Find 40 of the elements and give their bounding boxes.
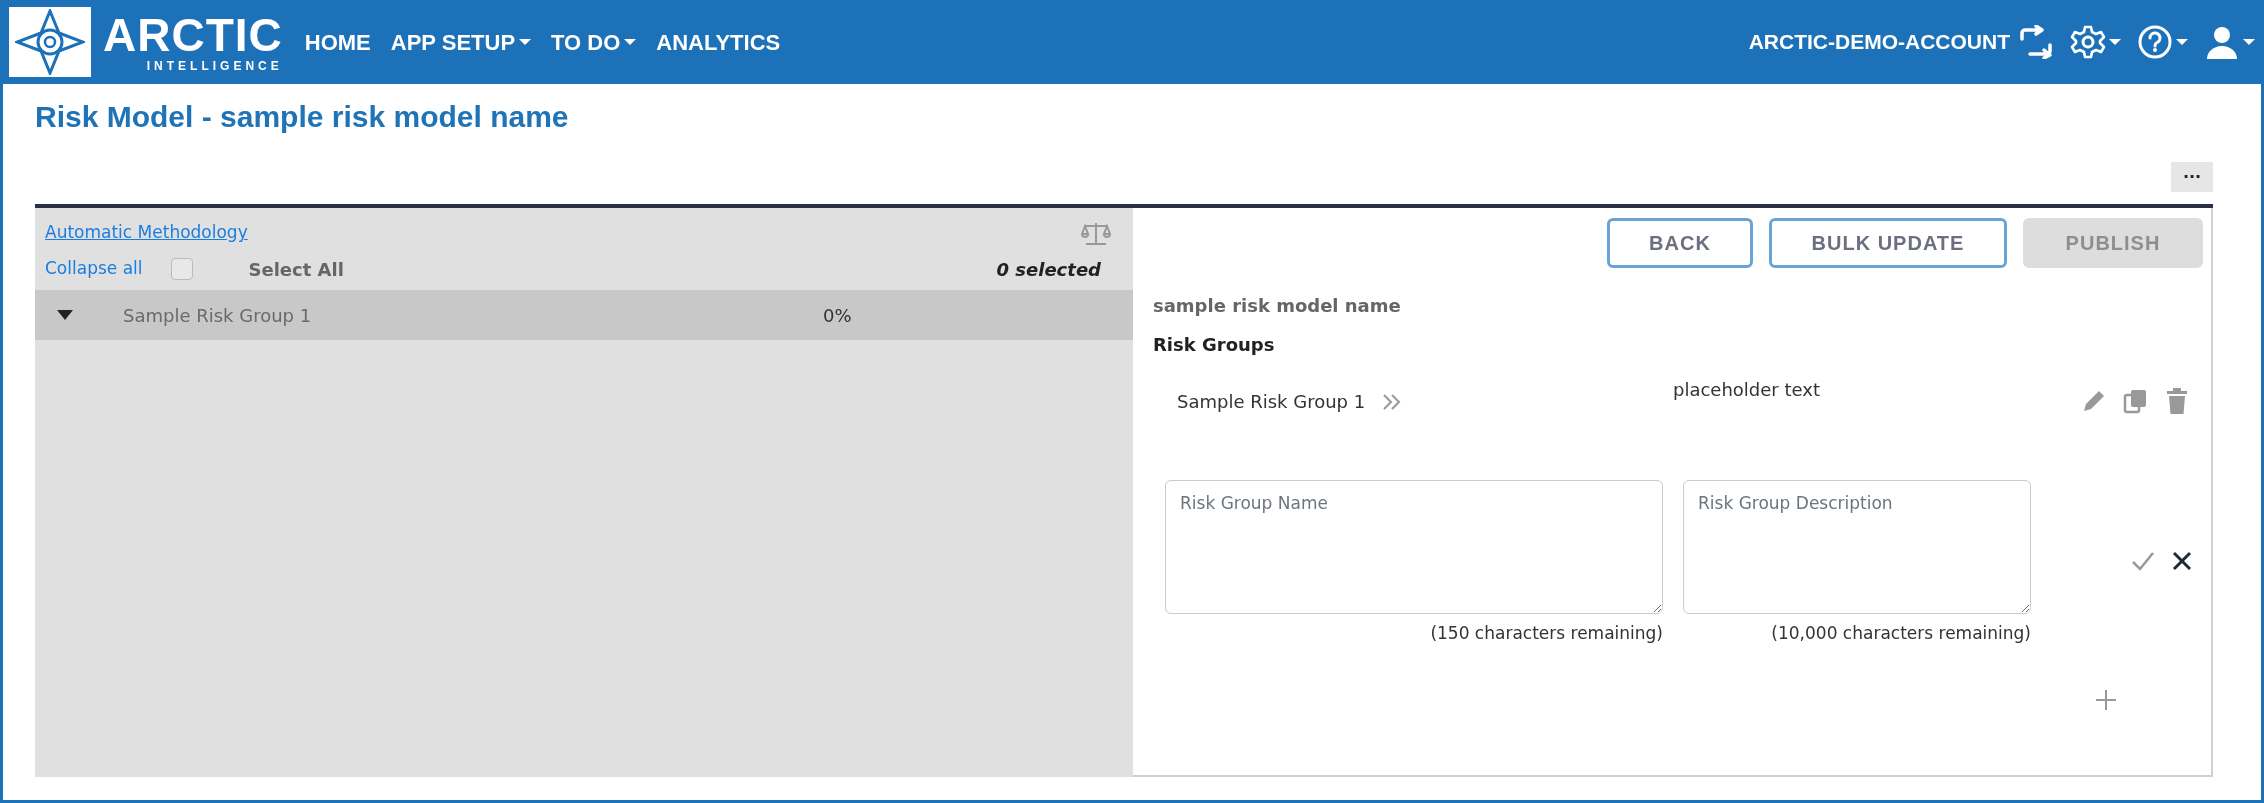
tree-item-percent: 0% (823, 303, 852, 328)
tree-row[interactable]: Sample Risk Group 1 0% (35, 290, 1133, 340)
nav-link[interactable]: HOME (304, 25, 371, 59)
balance-scale-icon (1081, 220, 1111, 246)
settings-menu-button[interactable] (2070, 24, 2121, 60)
nav-dropdown[interactable]: TO DO (551, 25, 637, 59)
group-name: Sample Risk Group 1 (1177, 390, 1366, 414)
checkmark-icon[interactable] (2131, 550, 2155, 572)
bulk-update-button[interactable]: BULK UPDATE (1769, 218, 2007, 268)
back-button[interactable]: BACK (1607, 218, 1753, 268)
account-name: ARCTIC-DEMO-ACCOUNT (1748, 29, 2010, 56)
trash-icon[interactable] (2165, 388, 2189, 414)
pencil-icon[interactable] (2081, 388, 2107, 414)
copy-icon[interactable] (2123, 388, 2149, 414)
characters-remaining: (10,000 characters remaining) (1770, 622, 2031, 645)
logo-title: ARCTIC (103, 12, 283, 58)
close-icon[interactable] (2171, 550, 2193, 572)
group-description: placeholder text (1673, 378, 1821, 402)
logo-subtitle: INTELLIGENCE (146, 60, 283, 72)
nav-dropdown[interactable]: APP SETUP (390, 25, 532, 59)
add-icon[interactable] (2095, 688, 2117, 711)
characters-remaining: (150 characters remaining) (1429, 622, 1663, 645)
risk-group-description-field[interactable]: Risk Group Description (1683, 480, 2031, 614)
select-all-checkbox[interactable] (170, 258, 193, 280)
model-name: sample risk model name (1153, 294, 1402, 318)
section-title: Risk Groups (1153, 333, 1276, 357)
tree-item-label: Sample Risk Group 1 (123, 303, 313, 328)
more-options-button[interactable]: ··· (2171, 162, 2213, 192)
switch-account-icon[interactable] (2018, 25, 2054, 59)
caret-icon[interactable] (57, 310, 73, 320)
select-all-label: Select All (248, 257, 344, 282)
help-menu-button[interactable] (2137, 24, 2188, 60)
user-menu-button[interactable] (2204, 24, 2255, 60)
collapse-all-link[interactable]: Collapse all (45, 256, 143, 282)
methodology-link[interactable]: Automatic Methodology (45, 220, 248, 246)
risk-group-name-field[interactable]: Risk Group Name (1165, 480, 1663, 614)
nav-link[interactable]: ANALYTICS (656, 25, 781, 59)
logo-icon (9, 7, 91, 77)
selected-count: 0 selected (996, 257, 1101, 282)
page-title: Risk Model - sample risk model name (34, 99, 570, 135)
